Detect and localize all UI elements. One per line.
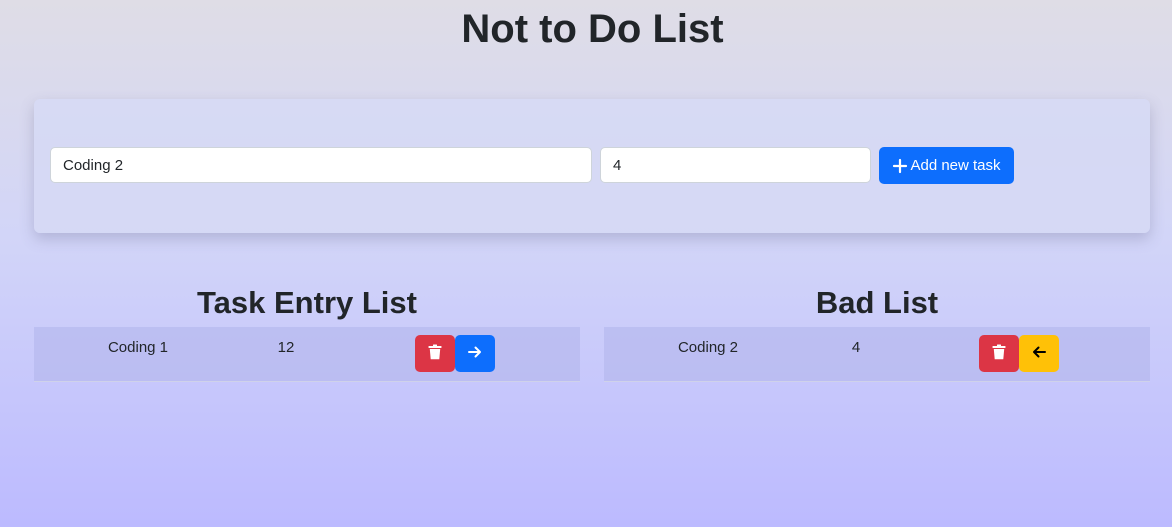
move-to-task-list-button[interactable] — [1019, 335, 1059, 372]
task-entry-list: Task Entry List Coding 1 12 — [34, 283, 580, 382]
table-row: Coding 2 4 — [604, 327, 1150, 382]
add-task-form: Add new task — [34, 99, 1150, 233]
bad-list: Bad List Coding 2 4 — [604, 283, 1150, 382]
task-hours-cell: 12 — [277, 339, 295, 356]
move-to-bad-list-button[interactable] — [455, 335, 495, 372]
task-name-cell: Coding 2 — [677, 339, 739, 356]
arrow-left-icon — [1031, 344, 1047, 363]
hours-input[interactable] — [600, 147, 871, 183]
table-row: Coding 1 12 — [34, 327, 580, 382]
trash-icon — [428, 344, 442, 363]
plus-icon — [892, 158, 908, 174]
bad-list-title: Bad List — [815, 285, 939, 320]
task-name-input[interactable] — [50, 147, 592, 183]
task-hours-cell: 4 — [851, 339, 861, 356]
arrow-right-icon — [467, 344, 483, 363]
delete-button[interactable] — [415, 335, 455, 372]
add-task-button[interactable]: Add new task — [879, 147, 1014, 184]
delete-button[interactable] — [979, 335, 1019, 372]
add-task-button-label: Add new task — [910, 157, 1001, 174]
trash-icon — [992, 344, 1006, 363]
task-name-cell: Coding 1 — [107, 339, 169, 356]
page-title: Not to Do List — [461, 7, 724, 51]
task-entry-list-title: Task Entry List — [197, 285, 417, 320]
